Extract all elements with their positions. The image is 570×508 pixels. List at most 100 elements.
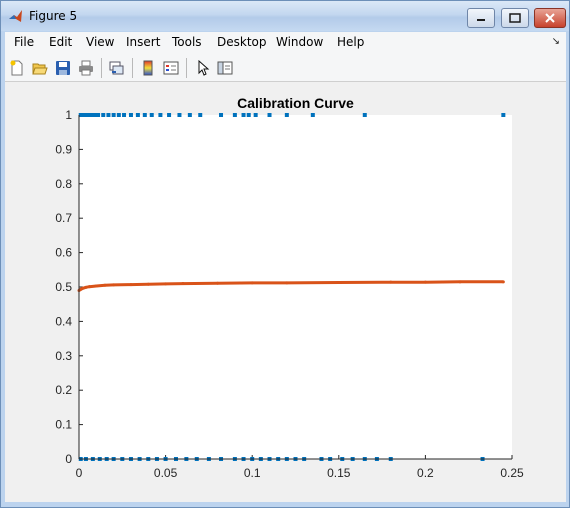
calibration-point xyxy=(87,285,91,289)
calibration-point xyxy=(112,283,116,287)
property-editor-icon[interactable] xyxy=(215,58,235,77)
close-icon xyxy=(545,13,555,23)
legend-icon[interactable] xyxy=(161,58,181,77)
menu-file[interactable]: File xyxy=(14,35,34,49)
outcome-point xyxy=(253,113,258,117)
menu-window[interactable]: Window xyxy=(276,35,323,49)
y-tick-label: 0.4 xyxy=(55,314,72,328)
calibration-point xyxy=(164,282,168,286)
outcome-point xyxy=(111,113,116,117)
outcome-point xyxy=(158,113,163,117)
outcome-point xyxy=(122,113,127,117)
y-tick-label: 0.3 xyxy=(55,349,72,363)
outcome-point xyxy=(149,113,154,117)
calibration-point xyxy=(216,281,220,285)
x-tick-label: 0.15 xyxy=(327,466,351,480)
calibration-point xyxy=(181,282,185,286)
outcome-point xyxy=(116,113,121,117)
calibration-point xyxy=(423,280,427,284)
outcome-point xyxy=(106,113,111,117)
link-icon[interactable] xyxy=(106,58,126,77)
toolbar-separator xyxy=(132,58,133,78)
toolbar-separator xyxy=(186,58,187,78)
outcome-point xyxy=(85,113,90,117)
calibration-point xyxy=(146,282,150,286)
new-figure-icon[interactable] xyxy=(7,58,27,77)
outcome-point xyxy=(219,113,224,117)
outcome-point xyxy=(232,113,237,117)
calibration-point xyxy=(103,283,107,287)
calibration-point xyxy=(285,281,289,285)
outcome-point xyxy=(187,113,192,117)
title-bar[interactable]: Figure 5 xyxy=(1,1,569,31)
calibration-point xyxy=(337,281,341,285)
calibration-point xyxy=(129,283,133,287)
maximize-icon xyxy=(509,13,521,23)
outcome-point xyxy=(89,113,94,117)
outcome-point xyxy=(142,113,147,117)
outcome-point xyxy=(246,113,251,117)
maximize-button[interactable] xyxy=(501,8,529,28)
minimize-icon xyxy=(477,19,485,21)
x-tick-label: 0.25 xyxy=(500,466,524,480)
open-file-icon[interactable] xyxy=(30,58,50,77)
outcome-point xyxy=(501,113,506,117)
x-tick-label: 0.2 xyxy=(417,466,434,480)
calibration-point xyxy=(80,286,84,290)
outcome-point xyxy=(310,113,315,117)
outcome-point xyxy=(128,113,133,117)
dock-arrow-icon[interactable]: ↘ xyxy=(552,36,560,47)
minimize-button[interactable] xyxy=(467,8,495,28)
y-tick-label: 0.8 xyxy=(55,177,72,191)
menu-desktop[interactable]: Desktop xyxy=(217,35,267,49)
calibration-chart: 0 0.05 0.1 0.15 0.2 0.25 0 0.1 0.2 0.3 0.4 0.5 0.6 0.… xyxy=(55,95,524,480)
colorbar-icon[interactable] xyxy=(138,58,158,77)
y-tick-label: 0.9 xyxy=(55,142,72,156)
menu-tools[interactable]: Tools xyxy=(172,35,202,49)
outcome-point xyxy=(177,113,182,117)
menu-edit[interactable]: Edit xyxy=(49,35,72,49)
calibration-point xyxy=(458,280,462,284)
calibration-point xyxy=(501,280,505,284)
outcome-point xyxy=(362,113,367,117)
outcome-point xyxy=(284,113,289,117)
y-tick-label: 0.1 xyxy=(55,418,72,432)
outcome-point xyxy=(267,113,272,117)
calibration-point xyxy=(389,280,393,284)
outcome-point xyxy=(198,113,203,117)
outcome-point xyxy=(92,113,97,117)
close-button[interactable] xyxy=(534,8,566,28)
pointer-icon[interactable] xyxy=(193,58,213,77)
window-title: Figure 5 xyxy=(29,9,78,23)
calibration-point xyxy=(94,284,98,288)
outcome-point xyxy=(101,113,106,117)
y-tick-label: 0.5 xyxy=(55,280,72,294)
y-tick-label: 0.2 xyxy=(55,383,72,397)
outcome-point xyxy=(167,113,172,117)
x-tick-label: 0.1 xyxy=(244,466,261,480)
figure-canvas: 0 0.05 0.1 0.15 0.2 0.25 0 0.1 0.2 0.3 0.4 0.5 0.6 0.… xyxy=(5,82,566,502)
y-tick-label: 1 xyxy=(65,108,72,122)
figure-toolbar xyxy=(5,54,566,82)
outcome-point xyxy=(241,113,246,117)
y-tick-label: 0.7 xyxy=(55,211,72,225)
menu-bar: File Edit View Insert Tools Desktop Wind… xyxy=(5,32,566,55)
x-tick-label: 0 xyxy=(76,466,83,480)
chart-title: Calibration Curve xyxy=(237,95,354,111)
calibration-point xyxy=(84,285,88,289)
save-icon[interactable] xyxy=(53,58,73,77)
outcome-point xyxy=(135,113,140,117)
toolbar-separator xyxy=(101,58,102,78)
calibration-point xyxy=(250,281,254,285)
matlab-logo-icon xyxy=(8,8,24,24)
menu-view[interactable]: View xyxy=(86,35,114,49)
menu-help[interactable]: Help xyxy=(337,35,364,49)
y-tick-label: 0 xyxy=(65,452,72,466)
print-icon[interactable] xyxy=(76,58,96,77)
outcome-point xyxy=(96,113,101,117)
figure-window: Figure 5 File Edit View Insert Tools Des… xyxy=(0,0,570,508)
outcome-point xyxy=(82,113,87,117)
menu-insert[interactable]: Insert xyxy=(126,35,160,49)
plot-background xyxy=(79,115,512,459)
y-tick-label: 0.6 xyxy=(55,246,72,260)
